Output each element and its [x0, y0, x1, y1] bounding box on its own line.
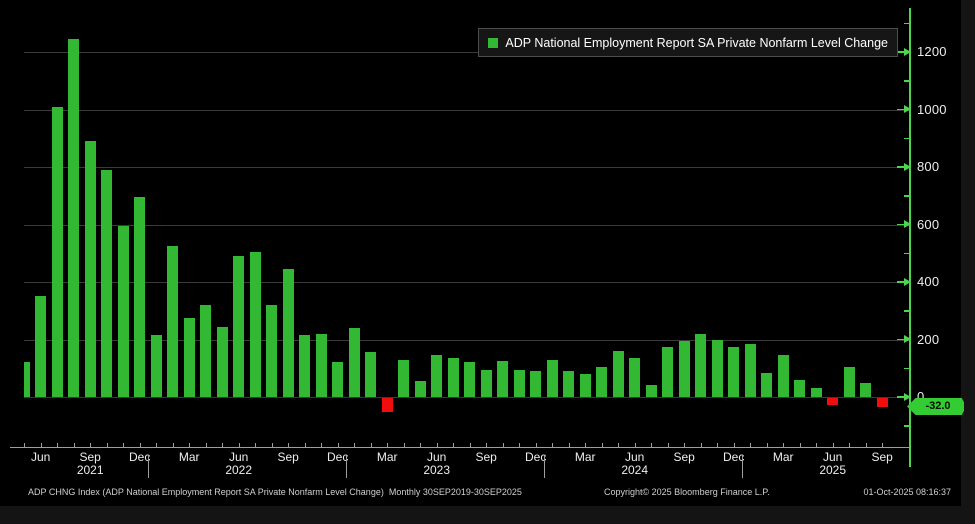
x-tick: [668, 443, 669, 447]
x-tick: [107, 443, 108, 447]
x-tick: [734, 443, 735, 447]
x-tick: [156, 443, 157, 447]
year-label: 2025: [813, 463, 853, 477]
x-tick-label: Jun: [219, 450, 259, 464]
x-tick: [206, 443, 207, 447]
x-tick: [173, 443, 174, 447]
x-tick: [90, 443, 91, 447]
last-value-badge: -32.0: [907, 398, 964, 415]
year-divider: [544, 456, 545, 478]
x-tick: [569, 443, 570, 447]
x-tick: [618, 443, 619, 447]
x-tick: [453, 443, 454, 447]
x-tick: [189, 443, 190, 447]
x-tick: [305, 443, 306, 447]
x-tick: [354, 443, 355, 447]
x-tick: [74, 443, 75, 447]
x-tick: [371, 443, 372, 447]
x-tick: [222, 443, 223, 447]
x-tick: [404, 443, 405, 447]
year-divider: [742, 456, 743, 478]
x-tick: [701, 443, 702, 447]
x-tick: [635, 443, 636, 447]
window-margin-right: [961, 0, 975, 506]
x-tick: [288, 443, 289, 447]
x-tick: [816, 443, 817, 447]
x-tick-label: Sep: [268, 450, 308, 464]
footer-timestamp: 01-Oct-2025 08:16:37: [863, 487, 951, 497]
year-label: 2023: [417, 463, 457, 477]
x-tick-label: Mar: [169, 450, 209, 464]
x-tick: [866, 443, 867, 447]
x-tick: [420, 443, 421, 447]
year-label: 2021: [70, 463, 110, 477]
year-label: 2022: [219, 463, 259, 477]
x-tick-label: Dec: [516, 450, 556, 464]
x-tick-label: Jun: [21, 450, 61, 464]
x-tick: [140, 443, 141, 447]
window-margin-bottom: [0, 506, 975, 524]
last-value-text: -32.0: [925, 400, 950, 412]
x-tick: [519, 443, 520, 447]
legend-label: ADP National Employment Report SA Privat…: [505, 36, 888, 50]
x-tick: [57, 443, 58, 447]
x-tick: [783, 443, 784, 447]
x-tick-label: Mar: [565, 450, 605, 464]
x-tick-label: Sep: [862, 450, 902, 464]
x-tick: [321, 443, 322, 447]
x-tick: [486, 443, 487, 447]
x-tick: [387, 443, 388, 447]
x-tick: [41, 443, 42, 447]
x-tick: [470, 443, 471, 447]
x-tick: [123, 443, 124, 447]
footer-copyright: Copyright© 2025 Bloomberg Finance L.P.: [604, 487, 770, 497]
x-tick: [602, 443, 603, 447]
x-tick-label: Mar: [763, 450, 803, 464]
x-axis-ticks: Jun Sep Dec Mar Jun Sep Dec Mar Jun Sep Dec Mar Jun S…: [0, 0, 975, 524]
x-tick: [239, 443, 240, 447]
year-divider: [148, 456, 149, 478]
x-tick-label: Jun: [615, 450, 655, 464]
x-tick: [849, 443, 850, 447]
x-tick: [255, 443, 256, 447]
x-tick-label: Dec: [318, 450, 358, 464]
x-tick: [338, 443, 339, 447]
x-tick: [24, 443, 25, 447]
x-tick: [585, 443, 586, 447]
x-tick-label: Sep: [664, 450, 704, 464]
legend-swatch-icon: [488, 38, 498, 48]
x-tick: [750, 443, 751, 447]
x-tick: [684, 443, 685, 447]
x-tick: [503, 443, 504, 447]
bloomberg-terminal-chart: 020040060080010001200 JunSepDecMarJunSep…: [0, 0, 975, 524]
x-tick: [536, 443, 537, 447]
x-tick: [882, 443, 883, 447]
x-tick: [651, 443, 652, 447]
status-bar: ADP CHNG Index (ADP National Employment …: [0, 481, 975, 506]
footer-security-description: ADP CHNG Index (ADP National Employment …: [28, 487, 522, 497]
x-tick-label: Jun: [813, 450, 853, 464]
year-label: 2024: [615, 463, 655, 477]
x-tick-label: Sep: [70, 450, 110, 464]
x-tick: [800, 443, 801, 447]
x-tick: [437, 443, 438, 447]
x-tick: [717, 443, 718, 447]
x-tick: [552, 443, 553, 447]
year-divider: [346, 456, 347, 478]
x-tick: [833, 443, 834, 447]
x-tick-label: Jun: [417, 450, 457, 464]
x-tick: [767, 443, 768, 447]
x-tick-label: Dec: [714, 450, 754, 464]
legend[interactable]: ADP National Employment Report SA Privat…: [478, 28, 898, 57]
x-tick-label: Dec: [120, 450, 160, 464]
x-tick: [272, 443, 273, 447]
x-tick-label: Mar: [367, 450, 407, 464]
x-tick-label: Sep: [466, 450, 506, 464]
